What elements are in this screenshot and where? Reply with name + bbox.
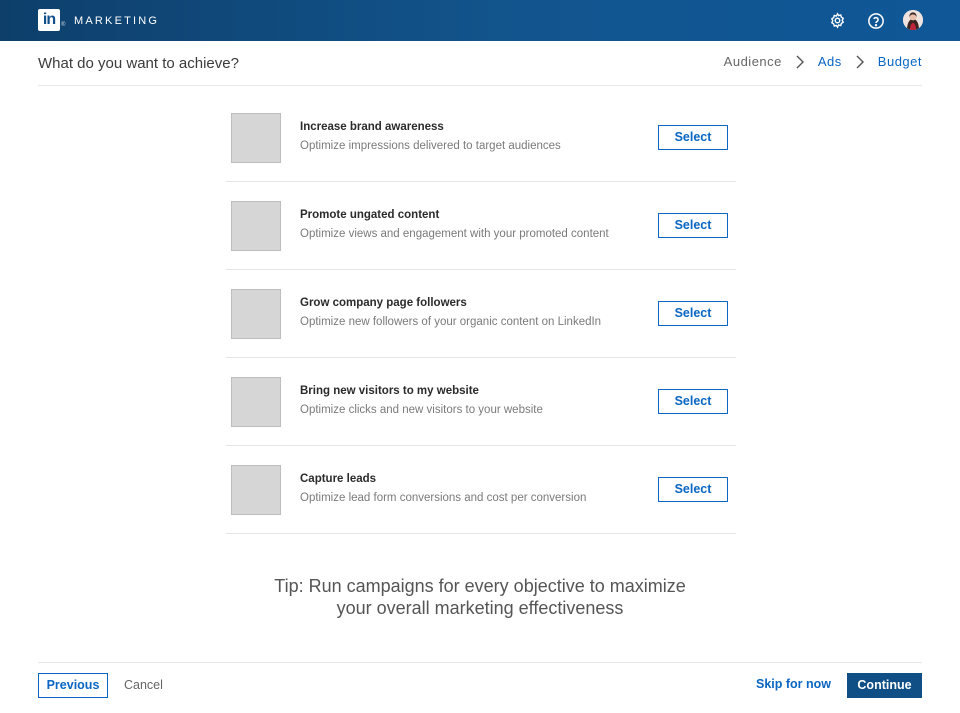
objective-thumbnail [231, 113, 281, 163]
tip-line: your overall marketing effectiveness [336, 598, 624, 618]
linkedin-logo[interactable]: in [38, 9, 60, 31]
objective-description: Optimize lead form conversions and cost … [300, 492, 587, 504]
skip-for-now-button[interactable]: Skip for now [756, 677, 831, 691]
divider [38, 662, 922, 663]
objective-thumbnail [231, 377, 281, 427]
select-button[interactable]: Select [658, 125, 728, 150]
select-button[interactable]: Select [658, 477, 728, 502]
objective-title: Bring new visitors to my website [300, 385, 479, 397]
objective-title: Promote ungated content [300, 209, 440, 221]
objective-thumbnail [231, 201, 281, 251]
top-navigation-bar: in ® MARKETING [0, 0, 960, 41]
objective-thumbnail [231, 465, 281, 515]
objective-item-capture-leads: Capture leads Optimize lead form convers… [226, 446, 736, 534]
objective-description: Optimize clicks and new visitors to your… [300, 404, 543, 416]
help-icon[interactable] [866, 11, 885, 30]
registered-mark: ® [61, 22, 66, 28]
objective-title: Grow company page followers [300, 297, 467, 309]
select-button[interactable]: Select [658, 389, 728, 414]
step-ads[interactable]: Ads [818, 54, 842, 69]
continue-button[interactable]: Continue [847, 673, 922, 698]
page-title: What do you want to achieve? [38, 55, 239, 72]
objective-item-brand-awareness: Increase brand awareness Optimize impres… [226, 94, 736, 182]
objective-description: Optimize new followers of your organic c… [300, 316, 602, 328]
gear-icon[interactable] [828, 11, 847, 30]
avatar[interactable] [903, 10, 923, 30]
tip-line: Tip: Run campaigns for every objective t… [274, 576, 686, 596]
select-button[interactable]: Select [658, 213, 728, 238]
objective-item-ungated-content: Promote ungated content Optimize views a… [226, 182, 736, 270]
step-audience[interactable]: Audience [724, 54, 782, 69]
step-breadcrumb: Audience Ads Budget [724, 54, 922, 69]
previous-button[interactable]: Previous [38, 673, 108, 698]
objective-item-website-visitors: Bring new visitors to my website Optimiz… [226, 358, 736, 446]
tip-text: Tip: Run campaigns for every objective t… [180, 575, 780, 619]
divider [38, 85, 922, 86]
cancel-button[interactable]: Cancel [124, 678, 163, 692]
objective-description: Optimize impressions delivered to target… [300, 140, 561, 152]
objective-title: Increase brand awareness [300, 121, 444, 133]
objective-description: Optimize views and engagement with your … [300, 228, 609, 240]
select-button[interactable]: Select [658, 301, 728, 326]
chevron-right-icon [856, 55, 864, 69]
brand-name: MARKETING [74, 15, 160, 27]
step-budget[interactable]: Budget [878, 54, 922, 69]
objective-list: Increase brand awareness Optimize impres… [226, 94, 736, 534]
objective-title: Capture leads [300, 473, 377, 485]
objective-item-page-followers: Grow company page followers Optimize new… [226, 270, 736, 358]
objective-thumbnail [231, 289, 281, 339]
chevron-right-icon [796, 55, 804, 69]
